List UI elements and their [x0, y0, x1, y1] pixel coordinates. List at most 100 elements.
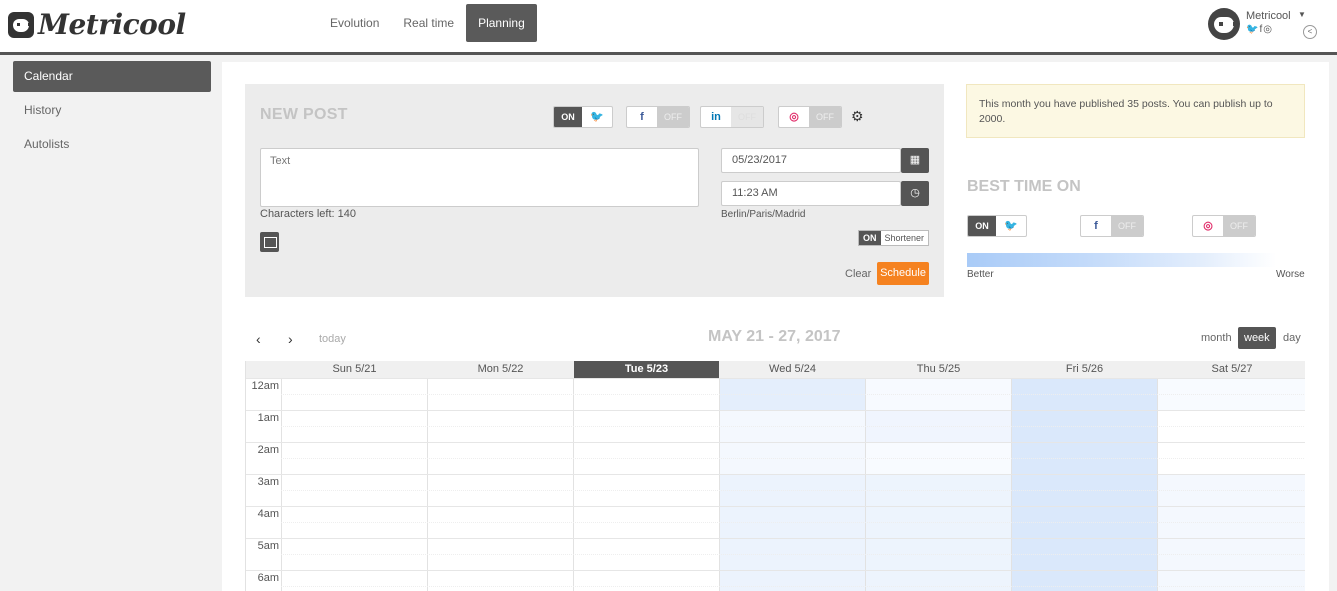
- best-time-facebook-toggle[interactable]: f OFF: [1080, 215, 1144, 237]
- nav-planning[interactable]: Planning: [466, 4, 537, 42]
- heat-cell: [720, 474, 865, 591]
- best-time-gradient-legend: [967, 253, 1276, 267]
- schedule-button[interactable]: Schedule: [877, 262, 929, 285]
- toggle-state: OFF: [657, 107, 689, 127]
- heat-cell: [866, 474, 1011, 591]
- best-time-instagram-toggle[interactable]: ◎ OFF: [1192, 215, 1256, 237]
- hour-label: 5am: [257, 540, 279, 552]
- grid-row-line: [246, 570, 1305, 571]
- grid-half-line: [281, 490, 1305, 491]
- main-nav: Evolution Real time Planning: [318, 4, 537, 42]
- heat-cell: [1158, 474, 1305, 591]
- nav-evolution[interactable]: Evolution: [318, 4, 391, 42]
- today-button[interactable]: today: [319, 333, 346, 345]
- sidebar-item-autolists[interactable]: Autolists: [13, 129, 211, 160]
- best-time-twitter-toggle[interactable]: ON 🐦: [967, 215, 1027, 237]
- grid-half-line: [281, 458, 1305, 459]
- facebook-icon: f: [1094, 220, 1098, 232]
- shortener-label: Shortener: [884, 233, 925, 243]
- calendar-icon[interactable]: ▦: [901, 148, 929, 173]
- grid-half-line: [281, 426, 1305, 427]
- hour-label: 1am: [257, 412, 279, 424]
- twitter-icon: 🐦: [590, 111, 604, 123]
- instagram-toggle[interactable]: ◎ OFF: [778, 106, 842, 128]
- linkedin-icon: in: [711, 111, 721, 123]
- hour-label: 2am: [257, 444, 279, 456]
- share-icon[interactable]: <: [1303, 25, 1317, 39]
- day-header: Fri 5/26: [1065, 363, 1104, 375]
- logo-icon: [8, 11, 34, 38]
- linkedin-toggle[interactable]: in OFF: [700, 106, 764, 128]
- social-icons: 🐦f◎: [1246, 24, 1273, 35]
- day-header: Thu 5/25: [916, 363, 961, 375]
- gear-icon[interactable]: ⚙: [851, 108, 864, 125]
- day-header: Mon 5/22: [477, 363, 524, 375]
- twitter-icon: 🐦: [1004, 220, 1018, 232]
- post-text-input[interactable]: Text: [260, 148, 699, 207]
- best-time-title: BEST TIME ON: [967, 178, 1081, 195]
- hour-label: 3am: [257, 476, 279, 488]
- calendar-header-row: Sun 5/21 Mon 5/22 Tue 5/23 Wed 5/24 Thu …: [246, 361, 1305, 378]
- day-header: Sat 5/27: [1211, 363, 1253, 375]
- grid-row-line: [246, 410, 1305, 411]
- clock-icon[interactable]: ◷: [901, 181, 929, 206]
- calendar-range-title: MAY 21 - 27, 2017: [708, 328, 841, 345]
- week-calendar: Sun 5/21 Mon 5/22 Tue 5/23 Wed 5/24 Thu …: [245, 361, 1305, 591]
- hour-label: 6am: [257, 572, 279, 584]
- instagram-icon: ◎: [1203, 220, 1213, 232]
- sidebar-item-calendar[interactable]: Calendar: [13, 61, 211, 92]
- new-post-panel: NEW POST ON 🐦 f OFF in OFF ◎ OFF ⚙ Text …: [245, 84, 944, 297]
- grid-row-line: [246, 474, 1305, 475]
- shortener-toggle[interactable]: ON Shortener: [858, 230, 930, 246]
- new-post-title: NEW POST: [260, 106, 348, 123]
- grid-row-line: [246, 538, 1305, 539]
- view-month-button[interactable]: month: [1195, 327, 1238, 349]
- time-input[interactable]: 11:23 AM: [721, 181, 901, 206]
- clear-button[interactable]: Clear: [845, 268, 871, 280]
- hour-label: 4am: [257, 508, 279, 520]
- instagram-icon: ◎: [789, 111, 799, 123]
- day-header: Wed 5/24: [769, 363, 816, 375]
- sidebar: Calendar History Autolists: [0, 58, 222, 591]
- toggle-state: OFF: [1111, 216, 1143, 236]
- avatar[interactable]: [1208, 8, 1240, 40]
- date-input[interactable]: 05/23/2017: [721, 148, 901, 173]
- grid-half-line: [281, 586, 1305, 587]
- logo-text: Metricool: [38, 8, 186, 41]
- toggle-state: OFF: [731, 107, 763, 127]
- image-icon[interactable]: [260, 232, 279, 252]
- chevron-left-icon[interactable]: ‹: [256, 331, 261, 347]
- grid-row-line: [246, 378, 1305, 379]
- chevron-right-icon[interactable]: ›: [288, 331, 293, 347]
- logo[interactable]: Metricool: [8, 8, 186, 41]
- account-menu[interactable]: Metricool ▼ 🐦f◎ <: [1208, 8, 1328, 48]
- hour-label: 12am: [251, 380, 279, 392]
- toggle-state: ON: [968, 216, 996, 236]
- shortener-state: ON: [859, 231, 881, 245]
- better-label: Better: [967, 269, 994, 280]
- toggle-state: OFF: [809, 107, 841, 127]
- sidebar-item-history[interactable]: History: [13, 95, 211, 126]
- instagram-icon: ◎: [1263, 24, 1273, 35]
- facebook-icon: f: [640, 111, 644, 123]
- account-name[interactable]: Metricool: [1246, 10, 1291, 22]
- grid-half-line: [281, 522, 1305, 523]
- twitter-icon: 🐦: [1246, 24, 1260, 35]
- characters-left: Characters left: 140: [260, 208, 356, 220]
- day-header: Sun 5/21: [332, 363, 377, 375]
- nav-real-time[interactable]: Real time: [391, 4, 466, 42]
- timezone-label[interactable]: Berlin/Paris/Madrid: [721, 209, 805, 220]
- grid-half-line: [281, 394, 1305, 395]
- facebook-toggle[interactable]: f OFF: [626, 106, 690, 128]
- view-week-button[interactable]: week: [1238, 327, 1276, 349]
- twitter-toggle[interactable]: ON 🐦: [553, 106, 613, 128]
- view-day-button[interactable]: day: [1277, 327, 1307, 349]
- worse-label: Worse: [1276, 269, 1305, 280]
- toggle-state: OFF: [1223, 216, 1255, 236]
- toggle-state: ON: [554, 107, 582, 127]
- grid-row-line: [246, 506, 1305, 507]
- publish-limit-notice: This month you have published 35 posts. …: [966, 84, 1305, 138]
- grid-half-line: [281, 554, 1305, 555]
- chevron-down-icon[interactable]: ▼: [1298, 10, 1306, 19]
- top-bar: Metricool Evolution Real time Planning M…: [0, 0, 1337, 55]
